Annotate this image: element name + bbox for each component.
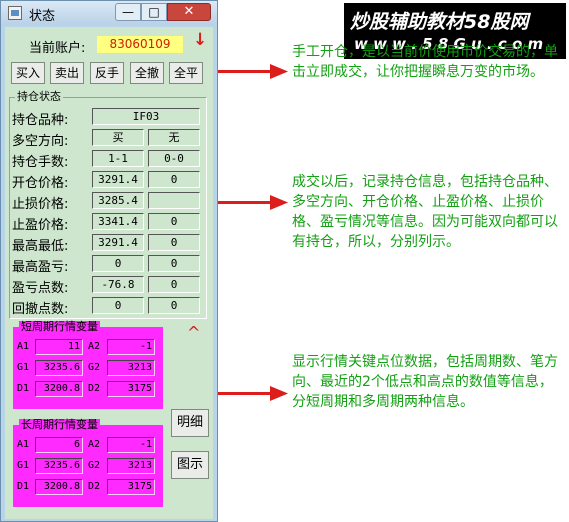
position-row-value: IF03: [92, 108, 200, 125]
window-icon: [8, 6, 22, 20]
position-row-label: 开仓价格:: [12, 176, 69, 191]
short-period-cell-value: 3213: [107, 360, 155, 376]
client-area: 当前账户: 83060109 ↓ 买入 卖出 反手 全撤 全平 持仓状态 持仓品…: [5, 27, 213, 519]
long-period-cell-value: 6: [35, 437, 83, 453]
maximize-button[interactable]: □: [141, 3, 167, 21]
position-row-value-2: 0: [148, 297, 200, 314]
position-row-value-2: 无: [148, 129, 200, 146]
long-period-cell-value: 3175: [107, 479, 155, 495]
position-row-value-2: 0: [148, 213, 200, 230]
minimize-button[interactable]: —: [115, 3, 141, 21]
position-row-value-2: [148, 192, 200, 209]
account-value[interactable]: 83060109: [97, 36, 183, 53]
position-row-label: 回撤点数:: [12, 302, 69, 317]
account-label: 当前账户:: [29, 41, 86, 56]
long-period-title: 长周期行情变量: [19, 418, 100, 431]
position-row-label: 最高盈亏:: [12, 260, 69, 275]
position-row-label: 持仓手数:: [12, 155, 69, 170]
position-row-value-1: 3291.4: [92, 234, 144, 251]
annotation-market-data: 显示行情关键点位数据，包括周期数、笔方向、最近的2个低点和高点的数值等信息，分短…: [292, 354, 558, 410]
short-period-cell-label: D2: [88, 383, 101, 394]
long-period-cell-value: -1: [107, 437, 155, 453]
position-row-value-2: 0-0: [148, 150, 200, 167]
short-period-cell-label: D1: [17, 383, 30, 394]
long-period-cell-label: A1: [17, 439, 30, 450]
position-row-value-1: 0: [92, 255, 144, 272]
arrow-1-line: [218, 70, 274, 73]
position-row-value-2: 0: [148, 276, 200, 293]
annotation-position-info: 成交以后，记录持仓信息，包括持仓品种、多空方向、开仓价格、止盈价格、止损价格、盈…: [292, 174, 558, 250]
position-row-value-1: 0: [92, 297, 144, 314]
position-row-label: 持仓品种:: [12, 113, 69, 128]
short-period-cell-value: 11: [35, 339, 83, 355]
short-period-cell-value: 3175: [107, 381, 155, 397]
short-period-cell-value: -1: [107, 339, 155, 355]
position-row-label: 多空方向:: [12, 134, 69, 149]
long-period-cell-label: G2: [88, 460, 101, 471]
long-period-cell-label: A2: [88, 439, 101, 450]
position-row-label: 止盈价格:: [12, 218, 69, 233]
position-row-value-1: 3341.4: [92, 213, 144, 230]
long-period-cell-value: 3213: [107, 458, 155, 474]
position-row-value-2: 0: [148, 255, 200, 272]
long-period-cell-label: D1: [17, 481, 30, 492]
annotation-manual-trade: 手工开仓，是以当前价使用市价交易的，单击立即成交，让你把握瞬息万变的市场。: [292, 44, 558, 80]
long-period-cell-label: D2: [88, 481, 101, 492]
caret-up-icon: ^: [187, 323, 201, 342]
close-all-button[interactable]: 全平: [169, 62, 203, 84]
reverse-button[interactable]: 反手: [90, 62, 124, 84]
cancel-all-button[interactable]: 全撤: [130, 62, 164, 84]
details-button[interactable]: 明细: [171, 409, 209, 437]
long-period-cell-label: G1: [17, 460, 30, 471]
long-period-cell-value: 3200.8: [35, 479, 83, 495]
watermark-line1: 炒股辅助教材58股网: [350, 11, 529, 33]
short-period-cell-label: A2: [88, 341, 101, 352]
sell-button[interactable]: 卖出: [50, 62, 84, 84]
position-row-value-2: 0: [148, 234, 200, 251]
short-period-cell-label: A1: [17, 341, 30, 352]
arrow-3-line: [218, 392, 274, 395]
arrow-2-line: [218, 201, 274, 204]
position-row-label: 最高最低:: [12, 239, 69, 254]
position-row-value-1: -76.8: [92, 276, 144, 293]
long-period-cell-value: 3235.6: [35, 458, 83, 474]
position-row-value-2: 0: [148, 171, 200, 188]
buy-button[interactable]: 买入: [11, 62, 45, 84]
short-period-title: 短周期行情变量: [19, 320, 100, 333]
position-row-value-1: 3291.4: [92, 171, 144, 188]
arrow-3-head-icon: [270, 386, 288, 401]
position-row-value-1: 3285.4: [92, 192, 144, 209]
window-title: 状态: [29, 9, 56, 24]
short-period-cell-value: 3200.8: [35, 381, 83, 397]
close-button[interactable]: ✕: [167, 3, 211, 21]
position-row-label: 盈亏点数:: [12, 281, 69, 296]
position-row-value-1: 1-1: [92, 150, 144, 167]
status-window: 状态 — □ ✕ 当前账户: 83060109 ↓ 买入 卖出 反手 全撤 全平…: [0, 0, 218, 522]
arrow-1-head-icon: [270, 64, 288, 79]
account-down-arrow-icon: ↓: [193, 30, 208, 50]
title-bar[interactable]: 状态 — □ ✕: [1, 1, 217, 25]
short-period-cell-value: 3235.6: [35, 360, 83, 376]
position-row-label: 止损价格:: [12, 197, 69, 212]
position-row-value-1: 买: [92, 129, 144, 146]
short-period-cell-label: G2: [88, 362, 101, 373]
short-period-cell-label: G1: [17, 362, 30, 373]
arrow-2-head-icon: [270, 195, 288, 210]
position-group-title: 持仓状态: [15, 90, 63, 103]
diagram-button[interactable]: 图示: [171, 451, 209, 479]
